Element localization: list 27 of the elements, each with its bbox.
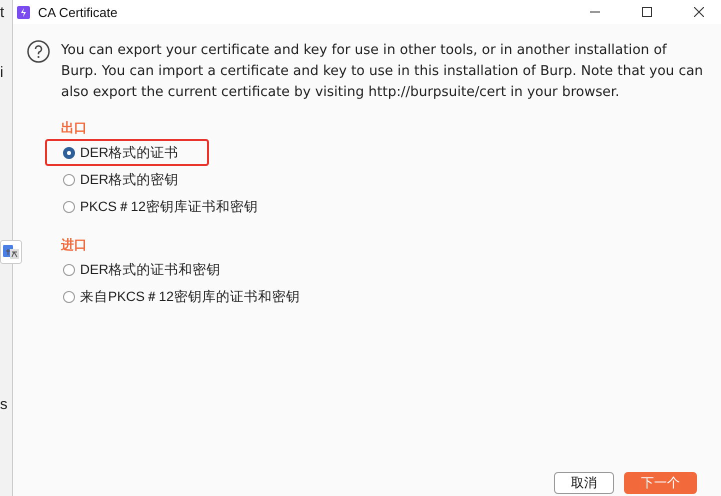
background-text: s	[0, 396, 8, 413]
radio-button[interactable]	[63, 290, 75, 302]
radio-button[interactable]	[63, 174, 75, 186]
radio-button[interactable]	[63, 264, 75, 276]
radio-option[interactable]: DER格式的证书和密钥	[45, 256, 251, 283]
background-text: i	[0, 64, 4, 81]
option-label: DER格式的证书	[80, 144, 179, 162]
help-icon	[27, 40, 50, 63]
radio-option[interactable]: 来自PKCS＃12密钥库的证书和密钥	[45, 283, 330, 310]
window-title: CA Certificate	[38, 4, 118, 20]
radio-option[interactable]: DER格式的密钥	[45, 166, 209, 193]
section-heading: 出口	[61, 120, 88, 138]
app-logo-icon	[17, 6, 30, 18]
radio-button[interactable]	[63, 146, 75, 158]
option-label: DER格式的密钥	[80, 170, 179, 188]
info-text: You can export your certificate and key for use in other tools, or in another installation of Burp. You can import a certificate and key to use in this installation of Burp. Note that you can also export the current certificate by visiting http://burpsuite/cert in your browser.	[61, 41, 704, 102]
maximize-icon	[642, 7, 652, 17]
option-label: 来自PKCS＃12密钥库的证书和密钥	[80, 288, 300, 306]
radio-button[interactable]	[63, 200, 75, 212]
option-label: PKCS＃12密钥库证书和密钥	[80, 198, 258, 216]
background-text: t	[0, 4, 4, 21]
highlighted-option[interactable]: DER格式的证书	[45, 139, 209, 166]
option-label: DER格式的证书和密钥	[80, 260, 221, 278]
close-icon	[694, 7, 704, 17]
radio-option[interactable]: PKCS＃12密钥库证书和密钥	[45, 193, 288, 220]
section-heading: 进口	[61, 237, 88, 255]
cancel-button[interactable]: 取消	[554, 472, 614, 494]
